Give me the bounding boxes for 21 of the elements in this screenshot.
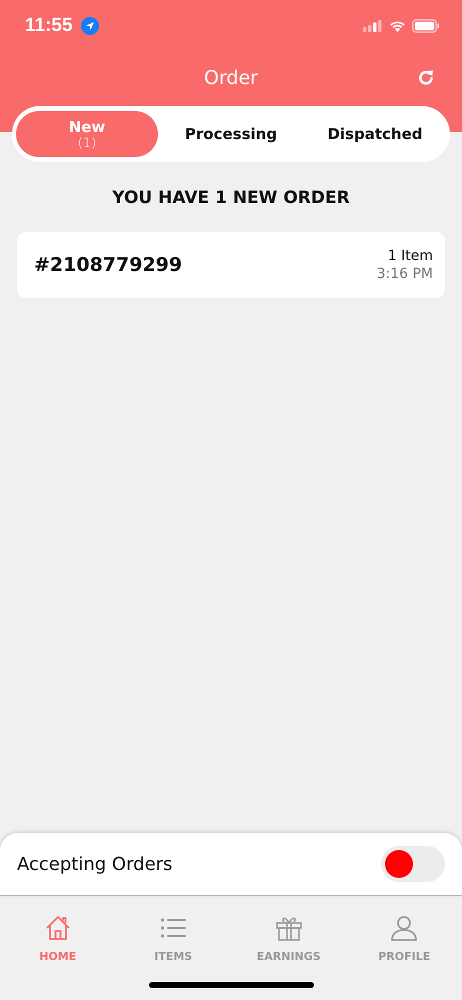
signal-icon <box>363 20 383 32</box>
item-count: 1 Item <box>388 248 433 264</box>
wifi-icon <box>389 20 406 32</box>
accepting-orders-toggle[interactable] <box>381 846 445 882</box>
battery-icon <box>412 19 440 33</box>
order-tab[interactable]: New (1) <box>16 111 158 157</box>
new-order-heading: YOU HAVE 1 NEW ORDER <box>111 188 351 208</box>
order-tab[interactable]: Processing <box>160 111 302 157</box>
order-number: #2108779299 <box>34 254 182 276</box>
accepting-orders-label: Accepting Orders <box>17 854 172 874</box>
nav-tab[interactable]: PROFILE <box>346 914 462 982</box>
order-card[interactable]: #2108779299 1 Item 3:16 PM <box>17 232 445 298</box>
house-icon <box>44 914 72 942</box>
nav-tab[interactable]: EARNINGS <box>231 914 346 982</box>
order-tab[interactable]: Dispatched <box>304 111 446 157</box>
screen-title: Order <box>204 67 258 89</box>
nav-tab[interactable]: HOME <box>0 914 116 982</box>
status-time: 11:55 <box>25 15 73 37</box>
order-time: 3:16 PM <box>376 266 433 282</box>
person-icon <box>390 914 418 942</box>
nav-tab[interactable]: ITEMS <box>116 914 231 982</box>
